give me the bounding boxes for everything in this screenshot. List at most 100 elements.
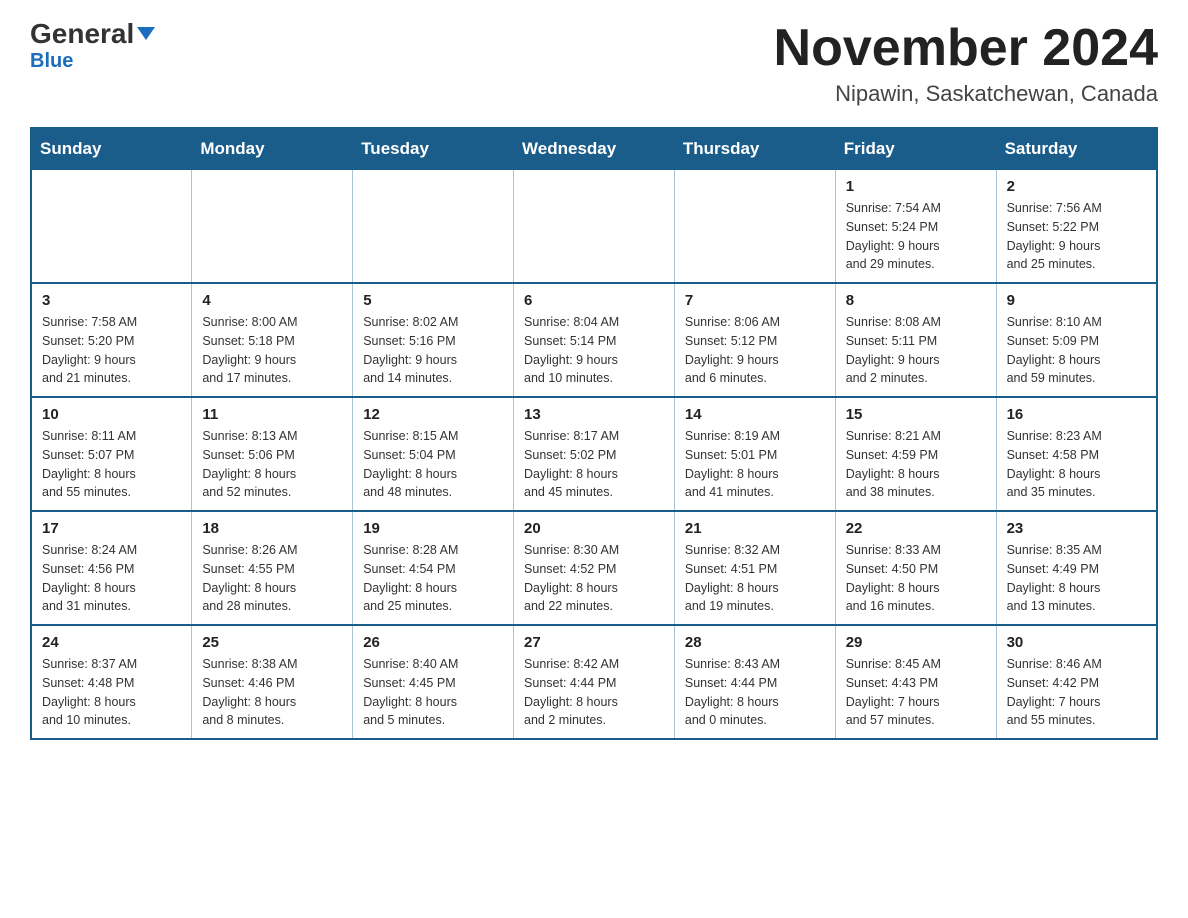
calendar-cell: 25 Sunrise: 8:38 AM Sunset: 4:46 PM Dayli… [192, 625, 353, 739]
day-number: 6 [524, 292, 664, 309]
calendar-cell: 2 Sunrise: 7:56 AM Sunset: 5:22 PM Daylig… [996, 170, 1157, 284]
day-number: 3 [42, 292, 181, 309]
day-info: Sunrise: 8:45 AM Sunset: 4:43 PM Dayligh… [846, 655, 986, 730]
day-info: Sunrise: 7:56 AM Sunset: 5:22 PM Dayligh… [1007, 199, 1146, 274]
calendar-day-header: Tuesday [353, 128, 514, 170]
calendar-cell: 7 Sunrise: 8:06 AM Sunset: 5:12 PM Daylig… [674, 283, 835, 397]
logo-blue-text: Blue [30, 50, 73, 73]
calendar-cell: 10 Sunrise: 8:11 AM Sunset: 5:07 PM Dayli… [31, 397, 192, 511]
day-number: 14 [685, 406, 825, 423]
day-info: Sunrise: 8:43 AM Sunset: 4:44 PM Dayligh… [685, 655, 825, 730]
day-info: Sunrise: 8:26 AM Sunset: 4:55 PM Dayligh… [202, 541, 342, 616]
day-info: Sunrise: 8:40 AM Sunset: 4:45 PM Dayligh… [363, 655, 503, 730]
day-info: Sunrise: 8:32 AM Sunset: 4:51 PM Dayligh… [685, 541, 825, 616]
day-info: Sunrise: 8:19 AM Sunset: 5:01 PM Dayligh… [685, 427, 825, 502]
day-number: 12 [363, 406, 503, 423]
calendar-cell: 28 Sunrise: 8:43 AM Sunset: 4:44 PM Dayli… [674, 625, 835, 739]
day-info: Sunrise: 8:38 AM Sunset: 4:46 PM Dayligh… [202, 655, 342, 730]
day-number: 27 [524, 634, 664, 651]
day-number: 15 [846, 406, 986, 423]
day-info: Sunrise: 8:23 AM Sunset: 4:58 PM Dayligh… [1007, 427, 1146, 502]
calendar-cell [192, 170, 353, 284]
day-info: Sunrise: 8:10 AM Sunset: 5:09 PM Dayligh… [1007, 313, 1146, 388]
day-number: 1 [846, 178, 986, 195]
day-number: 5 [363, 292, 503, 309]
calendar-cell: 6 Sunrise: 8:04 AM Sunset: 5:14 PM Daylig… [514, 283, 675, 397]
logo: General Blue [30, 20, 155, 73]
page-header: General Blue November 2024 Nipawin, Sask… [30, 20, 1158, 107]
calendar-cell: 24Sunrise: 8:37 AM Sunset: 4:48 PM Dayli… [31, 625, 192, 739]
month-title: November 2024 [774, 20, 1158, 77]
day-info: Sunrise: 8:02 AM Sunset: 5:16 PM Dayligh… [363, 313, 503, 388]
day-number: 13 [524, 406, 664, 423]
calendar-cell: 18Sunrise: 8:26 AM Sunset: 4:55 PM Dayli… [192, 511, 353, 625]
day-info: Sunrise: 7:58 AM Sunset: 5:20 PM Dayligh… [42, 313, 181, 388]
day-number: 23 [1007, 520, 1146, 537]
calendar-week-row: 24Sunrise: 8:37 AM Sunset: 4:48 PM Dayli… [31, 625, 1157, 739]
calendar-cell [674, 170, 835, 284]
calendar-cell: 15 Sunrise: 8:21 AM Sunset: 4:59 PM Dayli… [835, 397, 996, 511]
day-info: Sunrise: 8:15 AM Sunset: 5:04 PM Dayligh… [363, 427, 503, 502]
day-number: 22 [846, 520, 986, 537]
calendar-day-header: Saturday [996, 128, 1157, 170]
calendar-cell: 30Sunrise: 8:46 AM Sunset: 4:42 PM Dayli… [996, 625, 1157, 739]
title-block: November 2024 Nipawin, Saskatchewan, Can… [774, 20, 1158, 107]
day-info: Sunrise: 8:42 AM Sunset: 4:44 PM Dayligh… [524, 655, 664, 730]
day-info: Sunrise: 7:54 AM Sunset: 5:24 PM Dayligh… [846, 199, 986, 274]
day-number: 25 [202, 634, 342, 651]
day-info: Sunrise: 8:30 AM Sunset: 4:52 PM Dayligh… [524, 541, 664, 616]
calendar-week-row: 1 Sunrise: 7:54 AM Sunset: 5:24 PM Daylig… [31, 170, 1157, 284]
calendar-cell: 20Sunrise: 8:30 AM Sunset: 4:52 PM Dayli… [514, 511, 675, 625]
day-number: 10 [42, 406, 181, 423]
calendar-cell: 9 Sunrise: 8:10 AM Sunset: 5:09 PM Daylig… [996, 283, 1157, 397]
calendar-cell: 13Sunrise: 8:17 AM Sunset: 5:02 PM Dayli… [514, 397, 675, 511]
day-number: 24 [42, 634, 181, 651]
day-info: Sunrise: 8:28 AM Sunset: 4:54 PM Dayligh… [363, 541, 503, 616]
day-number: 7 [685, 292, 825, 309]
calendar-day-header: Thursday [674, 128, 835, 170]
day-number: 28 [685, 634, 825, 651]
location-text: Nipawin, Saskatchewan, Canada [774, 81, 1158, 107]
day-number: 2 [1007, 178, 1146, 195]
calendar-cell: 12 Sunrise: 8:15 AM Sunset: 5:04 PM Dayli… [353, 397, 514, 511]
calendar-day-header: Friday [835, 128, 996, 170]
calendar-cell: 17Sunrise: 8:24 AM Sunset: 4:56 PM Dayli… [31, 511, 192, 625]
day-info: Sunrise: 8:00 AM Sunset: 5:18 PM Dayligh… [202, 313, 342, 388]
day-number: 4 [202, 292, 342, 309]
day-number: 26 [363, 634, 503, 651]
calendar-cell: 27 Sunrise: 8:42 AM Sunset: 4:44 PM Dayli… [514, 625, 675, 739]
calendar-cell: 3 Sunrise: 7:58 AM Sunset: 5:20 PM Daylig… [31, 283, 192, 397]
day-number: 30 [1007, 634, 1146, 651]
day-number: 16 [1007, 406, 1146, 423]
day-info: Sunrise: 8:13 AM Sunset: 5:06 PM Dayligh… [202, 427, 342, 502]
day-number: 21 [685, 520, 825, 537]
day-info: Sunrise: 8:21 AM Sunset: 4:59 PM Dayligh… [846, 427, 986, 502]
day-number: 29 [846, 634, 986, 651]
calendar-day-header: Wednesday [514, 128, 675, 170]
calendar-cell: 1 Sunrise: 7:54 AM Sunset: 5:24 PM Daylig… [835, 170, 996, 284]
calendar-cell: 22 Sunrise: 8:33 AM Sunset: 4:50 PM Dayli… [835, 511, 996, 625]
day-info: Sunrise: 8:33 AM Sunset: 4:50 PM Dayligh… [846, 541, 986, 616]
day-info: Sunrise: 8:06 AM Sunset: 5:12 PM Dayligh… [685, 313, 825, 388]
calendar-cell: 14 Sunrise: 8:19 AM Sunset: 5:01 PM Dayli… [674, 397, 835, 511]
day-info: Sunrise: 8:11 AM Sunset: 5:07 PM Dayligh… [42, 427, 181, 502]
day-number: 19 [363, 520, 503, 537]
day-info: Sunrise: 8:35 AM Sunset: 4:49 PM Dayligh… [1007, 541, 1146, 616]
calendar-cell [353, 170, 514, 284]
calendar-cell: 5 Sunrise: 8:02 AM Sunset: 5:16 PM Daylig… [353, 283, 514, 397]
logo-text: General [30, 20, 155, 48]
day-number: 8 [846, 292, 986, 309]
calendar-week-row: 3 Sunrise: 7:58 AM Sunset: 5:20 PM Daylig… [31, 283, 1157, 397]
day-number: 11 [202, 406, 342, 423]
calendar-day-header: Monday [192, 128, 353, 170]
calendar-cell: 4 Sunrise: 8:00 AM Sunset: 5:18 PM Daylig… [192, 283, 353, 397]
calendar-cell: 16 Sunrise: 8:23 AM Sunset: 4:58 PM Dayli… [996, 397, 1157, 511]
calendar-week-row: 17Sunrise: 8:24 AM Sunset: 4:56 PM Dayli… [31, 511, 1157, 625]
calendar-cell: 19 Sunrise: 8:28 AM Sunset: 4:54 PM Dayli… [353, 511, 514, 625]
calendar-cell: 8Sunrise: 8:08 AM Sunset: 5:11 PM Daylig… [835, 283, 996, 397]
calendar-cell: 23 Sunrise: 8:35 AM Sunset: 4:49 PM Dayli… [996, 511, 1157, 625]
day-number: 9 [1007, 292, 1146, 309]
calendar-cell: 26 Sunrise: 8:40 AM Sunset: 4:45 PM Dayli… [353, 625, 514, 739]
calendar-cell: 11 Sunrise: 8:13 AM Sunset: 5:06 PM Dayli… [192, 397, 353, 511]
day-info: Sunrise: 8:04 AM Sunset: 5:14 PM Dayligh… [524, 313, 664, 388]
